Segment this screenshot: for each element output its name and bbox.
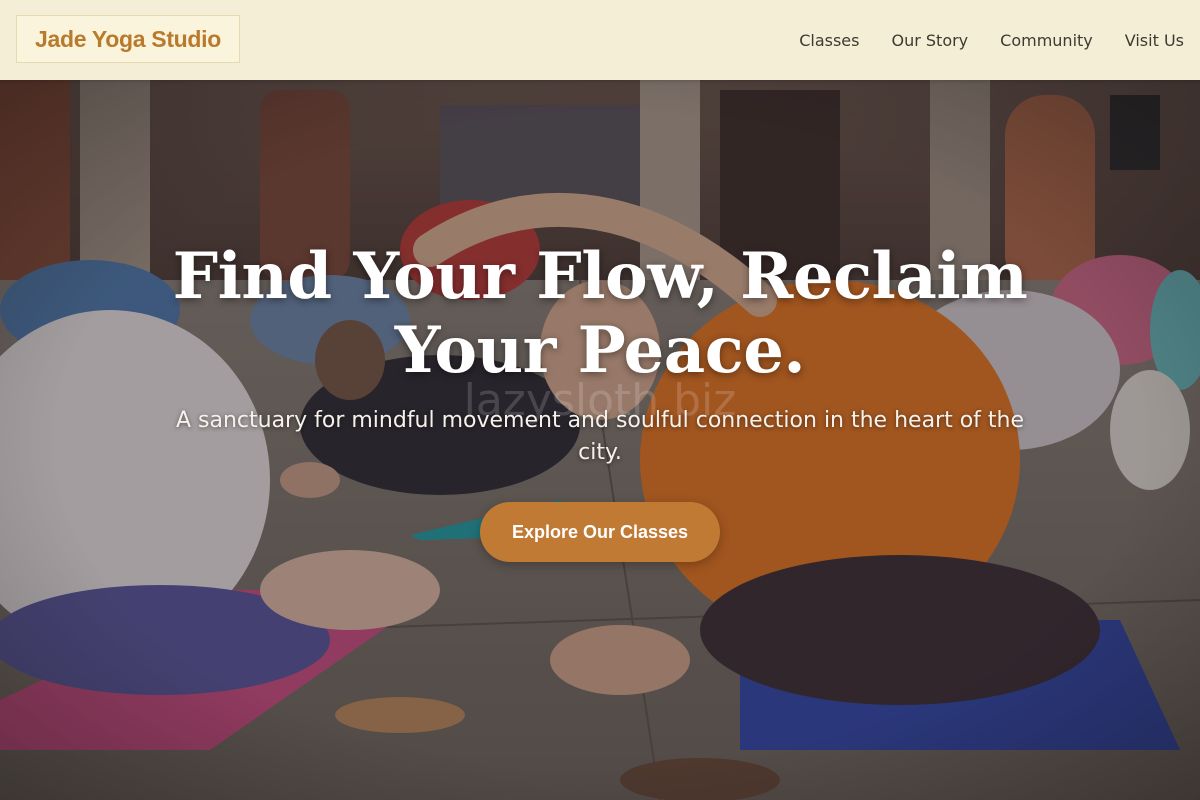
logo-text: Jade Yoga Studio (34, 25, 222, 52)
nav-link-our-story[interactable]: Our Story (891, 31, 968, 50)
nav-link-visit-us[interactable]: Visit Us (1125, 31, 1184, 50)
logo[interactable]: Jade Yoga Studio (16, 15, 240, 63)
explore-classes-button[interactable]: Explore Our Classes (480, 502, 720, 562)
site-header: Jade Yoga Studio Classes Our Story Commu… (0, 0, 1200, 80)
hero-title: Find Your Flow, Reclaim Your Peace. (172, 239, 1028, 388)
hero-section: Find Your Flow, Reclaim Your Peace. lazy… (0, 80, 1200, 800)
hero-content: Find Your Flow, Reclaim Your Peace. lazy… (0, 80, 1200, 800)
nav-link-classes[interactable]: Classes (799, 31, 859, 50)
nav-link-community[interactable]: Community (1000, 31, 1093, 50)
hero-subtitle: A sanctuary for mindful movement and sou… (175, 408, 1025, 465)
main-nav: Classes Our Story Community Visit Us (799, 0, 1184, 80)
